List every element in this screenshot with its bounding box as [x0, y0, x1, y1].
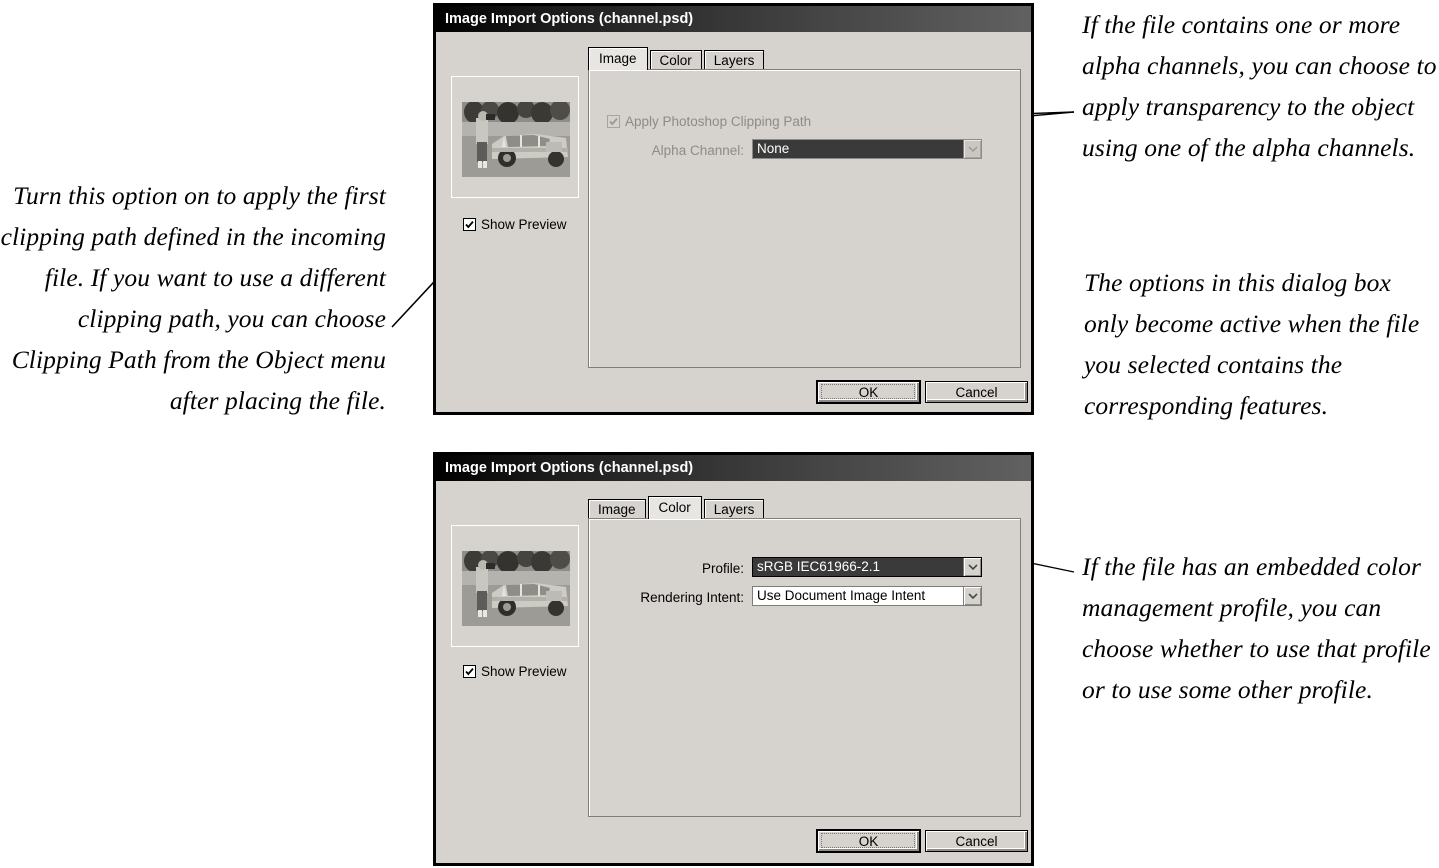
show-preview-checkbox[interactable]	[463, 665, 476, 678]
focus-ring	[821, 833, 915, 848]
callout-alpha-channels: If the file contains one or more alpha c…	[1082, 10, 1437, 162]
tab-layers[interactable]: Layers	[703, 50, 765, 69]
apply-clipping-path-checkbox[interactable]	[607, 115, 620, 128]
dialog-body-color: Show Preview Image Color Layers Profile:…	[436, 481, 1031, 863]
alpha-channel-label: Alpha Channel:	[651, 143, 744, 158]
callout-clipping-path: Turn this option on to apply the first c…	[0, 181, 386, 415]
tab-panel-color: Profile: sRGB IEC61966-2.1 Rendering Int…	[588, 518, 1021, 817]
show-preview-checkbox-row[interactable]: Show Preview	[463, 217, 567, 232]
checkmark-icon	[465, 221, 474, 229]
apply-clipping-path-checkbox-row[interactable]: Apply Photoshop Clipping Path	[607, 114, 811, 129]
chevron-down-icon[interactable]	[963, 558, 981, 576]
dialog-body-image: Show Preview Image Color Layers Apply Ph…	[436, 32, 1031, 412]
checkmark-icon	[465, 668, 474, 676]
image-import-options-dialog-image-tab: Image Import Options (channel.psd) Show …	[433, 3, 1034, 415]
ok-button[interactable]: OK	[817, 830, 920, 852]
profile-label: Profile:	[701, 561, 744, 576]
tab-color[interactable]: Color	[647, 496, 702, 519]
alpha-channel-combo[interactable]: None	[752, 139, 982, 159]
preview-frame	[451, 76, 579, 198]
tabstrip-image-dialog: Image Color Layers	[588, 47, 766, 70]
titlebar-color-dialog: Image Import Options (channel.psd)	[436, 455, 1031, 481]
rendering-intent-label: Rendering Intent:	[640, 590, 744, 605]
cancel-button[interactable]: Cancel	[925, 381, 1028, 403]
dialog-title: Image Import Options (channel.psd)	[445, 460, 694, 476]
tabstrip-color-dialog: Image Color Layers	[588, 496, 766, 519]
preview-thumbnail	[462, 551, 570, 626]
dialog-title: Image Import Options (channel.psd)	[445, 11, 694, 27]
focus-ring	[929, 833, 1023, 848]
focus-ring	[821, 384, 915, 399]
profile-combo[interactable]: sRGB IEC61966-2.1	[752, 557, 982, 577]
show-preview-checkbox[interactable]	[463, 218, 476, 231]
cancel-button[interactable]: Cancel	[925, 830, 1028, 852]
tab-image[interactable]: Image	[588, 47, 648, 70]
show-preview-label: Show Preview	[481, 664, 567, 679]
show-preview-label: Show Preview	[481, 217, 567, 232]
ok-button[interactable]: OK	[817, 381, 920, 403]
preview-thumbnail	[462, 102, 570, 177]
tab-color[interactable]: Color	[649, 50, 702, 69]
tab-image[interactable]: Image	[588, 499, 646, 518]
callout-dialog-active: The options in this dialog box only beco…	[1084, 268, 1420, 420]
focus-ring	[929, 384, 1023, 399]
alpha-channel-value: None	[757, 141, 790, 156]
chevron-down-icon[interactable]	[963, 587, 981, 605]
chevron-down-icon[interactable]	[963, 140, 981, 158]
callout-color-profile: If the file has an embedded color manage…	[1082, 552, 1431, 704]
tab-layers[interactable]: Layers	[703, 499, 765, 518]
show-preview-checkbox-row[interactable]: Show Preview	[463, 664, 567, 679]
profile-value: sRGB IEC61966-2.1	[757, 559, 881, 574]
preview-frame	[451, 525, 579, 647]
rendering-intent-value: Use Document Image Intent	[757, 588, 926, 603]
apply-clipping-path-label: Apply Photoshop Clipping Path	[625, 114, 812, 129]
image-import-options-dialog-color-tab: Image Import Options (channel.psd) Show …	[433, 452, 1034, 866]
checkmark-icon	[609, 118, 618, 126]
titlebar-image-dialog: Image Import Options (channel.psd)	[436, 6, 1031, 32]
tab-panel-image: Apply Photoshop Clipping Path Alpha Chan…	[588, 69, 1021, 368]
rendering-intent-combo[interactable]: Use Document Image Intent	[752, 586, 982, 606]
